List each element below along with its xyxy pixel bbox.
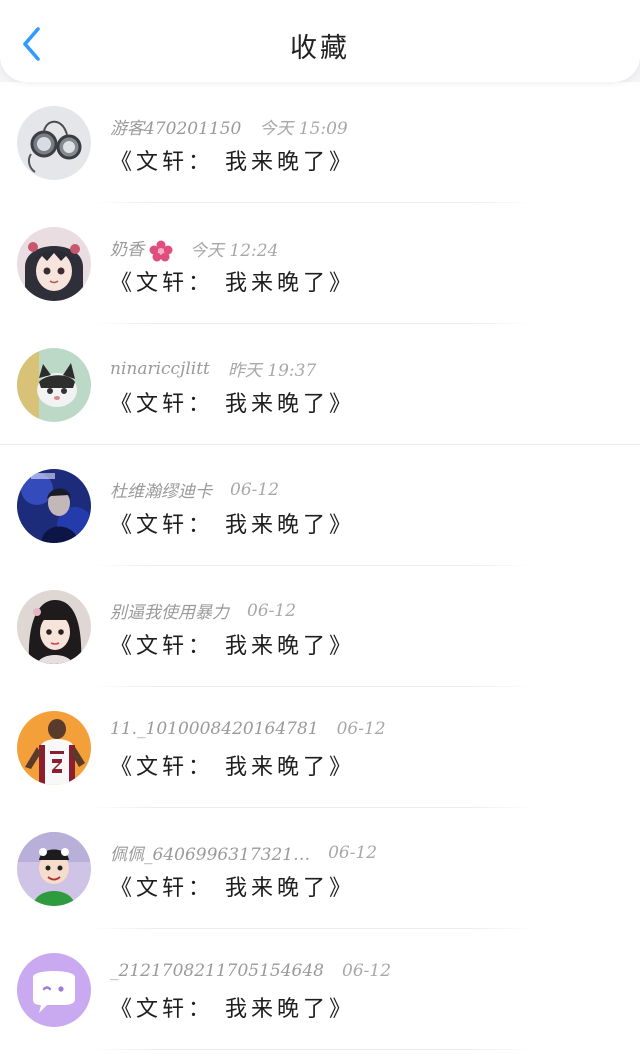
favorite-content[interactable]: 《文轩： 我来晚了》 bbox=[110, 628, 355, 660]
child-avatar bbox=[17, 832, 91, 906]
favorites-list: 游客470201150 今天 15:09 《文轩： 我来晚了》 奶香 今天 12… bbox=[0, 82, 640, 1054]
favorite-content[interactable]: 《文轩： 我来晚了》 bbox=[110, 991, 355, 1023]
avatar[interactable] bbox=[17, 832, 91, 906]
avatar[interactable] bbox=[17, 953, 91, 1027]
item-meta: _2121708211705154648 06-12 bbox=[110, 961, 391, 981]
list-item[interactable]: 杜维瀚缪迪卡 06-12 《文轩： 我来晚了》 bbox=[0, 445, 640, 566]
singer-avatar bbox=[17, 469, 91, 543]
favorites-screen: 收藏 游客470201150 今天 15:09 《文轩： 我来晚了》 奶香 今天… bbox=[0, 0, 640, 1054]
divider bbox=[90, 1049, 535, 1050]
flower-icon bbox=[149, 240, 173, 261]
cat-avatar bbox=[17, 348, 91, 422]
favorite-content[interactable]: 《文轩： 我来晚了》 bbox=[110, 507, 355, 539]
item-meta: 11._1010008420164781 06-12 bbox=[110, 719, 386, 739]
favorite-content[interactable]: 《文轩： 我来晚了》 bbox=[110, 749, 355, 781]
chat-bubble-avatar bbox=[17, 953, 91, 1027]
timestamp: 06-12 bbox=[342, 961, 392, 981]
favorite-content[interactable]: 《文轩： 我来晚了》 bbox=[110, 386, 355, 418]
item-meta: 杜维瀚缪迪卡 06-12 bbox=[110, 477, 280, 503]
avatar[interactable] bbox=[17, 106, 91, 180]
favorite-content[interactable]: 《文轩： 我来晚了》 bbox=[110, 870, 355, 902]
list-item[interactable]: 11._1010008420164781 06-12 《文轩： 我来晚了》 bbox=[0, 687, 640, 808]
list-item[interactable]: _2121708211705154648 06-12 《文轩： 我来晚了》 bbox=[0, 929, 640, 1050]
username[interactable]: _2121708211705154648 bbox=[110, 961, 324, 981]
item-meta: 奶香 今天 12:24 bbox=[110, 235, 278, 262]
favorite-content[interactable]: 《文轩： 我来晚了》 bbox=[110, 144, 355, 176]
avatar[interactable] bbox=[17, 711, 91, 785]
basketball-player-avatar bbox=[17, 711, 91, 785]
anime-girl-avatar bbox=[17, 227, 91, 301]
header-bar: 收藏 bbox=[0, 0, 640, 82]
avatar[interactable] bbox=[17, 227, 91, 301]
timestamp: 06-12 bbox=[328, 842, 378, 863]
girl-selfie-avatar bbox=[17, 590, 91, 664]
list-item[interactable]: 游客470201150 今天 15:09 《文轩： 我来晚了》 bbox=[0, 82, 640, 203]
page-title: 收藏 bbox=[290, 33, 350, 64]
username[interactable]: ninariccjlitt bbox=[110, 359, 210, 379]
timestamp: 今天 15:09 bbox=[259, 119, 348, 139]
list-item[interactable]: 别逼我使用暴力 06-12 《文轩： 我来晚了》 bbox=[0, 566, 640, 687]
timestamp: 昨天 19:37 bbox=[227, 361, 317, 381]
item-meta: 游客470201150 今天 15:09 bbox=[110, 114, 348, 139]
timestamp: 今天 12:24 bbox=[190, 240, 279, 261]
list-item[interactable]: ninariccjlitt 昨天 19:37 《文轩： 我来晚了》 bbox=[0, 324, 640, 445]
item-meta: 别逼我使用暴力 06-12 bbox=[110, 598, 297, 624]
username[interactable]: 游客470201150 bbox=[110, 114, 241, 139]
avatar[interactable] bbox=[17, 348, 91, 422]
username[interactable]: 别逼我使用暴力 bbox=[110, 598, 229, 623]
timestamp: 06-12 bbox=[336, 719, 386, 739]
timestamp: 06-12 bbox=[247, 600, 297, 621]
avatar[interactable] bbox=[17, 590, 91, 664]
item-meta: ninariccjlitt 昨天 19:37 bbox=[110, 356, 317, 382]
list-item[interactable]: 佩佩_6406996317321… 06-12 《文轩： 我来晚了》 bbox=[0, 808, 640, 929]
username[interactable]: 杜维瀚缪迪卡 bbox=[110, 477, 212, 502]
list-item[interactable]: 奶香 今天 12:24 《文轩： 我来晚了》 bbox=[0, 203, 640, 324]
timestamp: 06-12 bbox=[230, 479, 280, 500]
item-meta: 佩佩_6406996317321… 06-12 bbox=[110, 840, 378, 866]
pocket-watch-avatar bbox=[17, 106, 91, 180]
username[interactable]: 佩佩_6406996317321… bbox=[110, 840, 310, 865]
username[interactable]: 11._1010008420164781 bbox=[110, 719, 319, 739]
username[interactable]: 奶香 bbox=[110, 235, 173, 262]
favorite-content[interactable]: 《文轩： 我来晚了》 bbox=[110, 265, 355, 297]
avatar[interactable] bbox=[17, 469, 91, 543]
